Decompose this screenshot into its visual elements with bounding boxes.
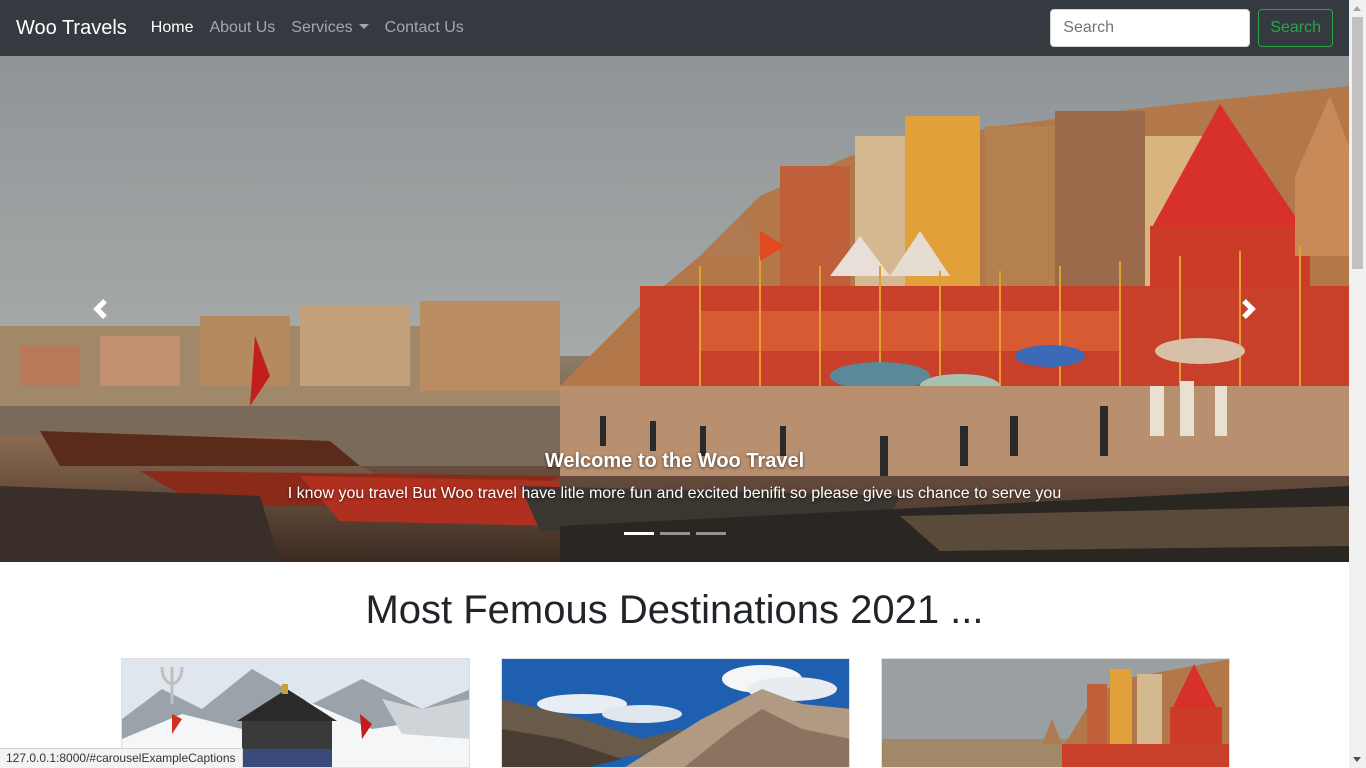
carousel-indicator-3[interactable] [695, 532, 726, 535]
carousel-indicator-1[interactable] [623, 532, 654, 535]
nav-link-contact[interactable]: Contact Us [377, 11, 472, 45]
carousel-caption-text: I know you travel But Woo travel have li… [287, 485, 1062, 502]
search-input[interactable] [1050, 9, 1251, 47]
caret-down-icon [358, 24, 369, 29]
scroll-up-icon[interactable] [1353, 6, 1361, 11]
carousel-indicator-2[interactable] [659, 532, 690, 535]
destinations-title: Most Femous Destinations 2021 ... [365, 588, 984, 632]
carousel-indicators [0, 532, 1349, 535]
chevron-left-icon [90, 299, 110, 319]
page-scrollbar[interactable] [1349, 0, 1366, 768]
nav-link-home[interactable]: Home [143, 11, 202, 45]
search-button[interactable]: Search [1258, 9, 1333, 47]
nav-dropdown-services-label: Services [291, 19, 353, 36]
hero-carousel: Welcome to the Woo Travel I know you tra… [0, 56, 1349, 562]
carousel-caption: Welcome to the Woo Travel I know you tra… [0, 450, 1349, 503]
destination-card-2-image [502, 659, 849, 767]
search-form: Search [1050, 9, 1333, 47]
destination-card-3[interactable] [881, 658, 1230, 768]
nav-link-about[interactable]: About Us [201, 11, 283, 45]
carousel-caption-title: Welcome to the Woo Travel [544, 450, 805, 472]
brand-logo[interactable]: Woo Travels [16, 17, 127, 40]
navbar: Woo Travels Home About Us Services Conta… [0, 0, 1349, 56]
nav-dropdown-services[interactable]: Services [283, 11, 376, 45]
scrollbar-thumb[interactable] [1352, 17, 1363, 269]
browser-status-bar: 127.0.0.1:8000/#carouselExampleCaptions [0, 748, 243, 768]
destination-card-2[interactable] [501, 658, 850, 768]
scroll-down-icon[interactable] [1353, 757, 1361, 762]
chevron-right-icon [1239, 299, 1259, 319]
destination-card-3-image [882, 659, 1229, 767]
